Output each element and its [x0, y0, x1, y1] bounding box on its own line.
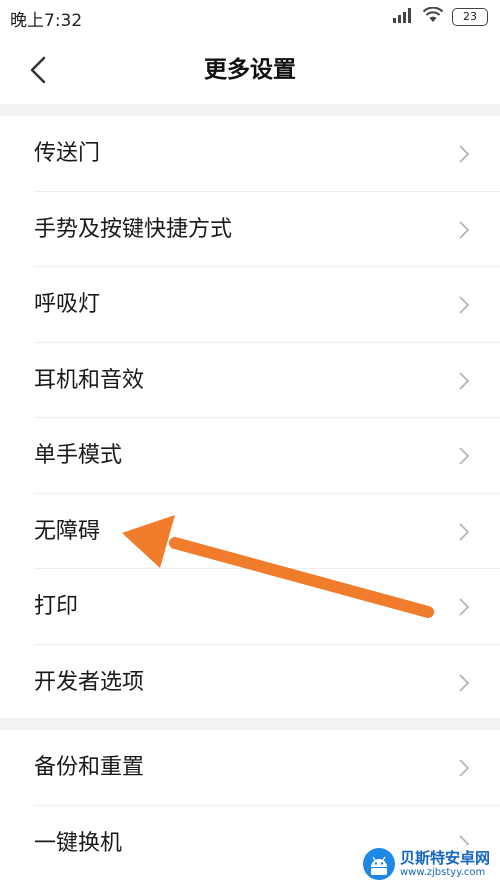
list-item-label: 呼吸灯 [34, 292, 101, 317]
list-item-one-handed-mode[interactable]: 单手模式 [0, 418, 500, 494]
watermark-name: 贝斯特安卓网 [399, 849, 490, 868]
battery-icon: 23 [452, 8, 488, 26]
chevron-right-icon [459, 522, 470, 541]
chevron-right-icon [459, 296, 470, 314]
section-divider [0, 718, 500, 730]
status-bar: 晚上7:32 23 [0, 0, 500, 36]
list-item-label: 手势及按键快捷方式 [34, 216, 233, 242]
chevron-right-icon [459, 145, 470, 163]
list-item-label: 开发者选项 [34, 669, 145, 695]
status-time: 晚上7:32 [10, 11, 83, 31]
chevron-right-icon [459, 447, 470, 465]
watermark: 贝斯特安卓网 www.zjbstyy.com [357, 845, 494, 883]
list-item-label: 打印 [34, 594, 79, 619]
chevron-right-icon [459, 220, 470, 239]
settings-list-1: 传送门 手势及按键快捷方式 呼吸灯 耳机和音效 单手模式 无障碍 打印 开发者选… [0, 116, 500, 720]
list-item-printing[interactable]: 打印 [0, 569, 500, 645]
back-button[interactable] [22, 52, 58, 88]
list-item-label: 无障碍 [34, 518, 101, 544]
chevron-right-icon [459, 759, 470, 777]
list-item-backup-reset[interactable]: 备份和重置 [0, 730, 500, 806]
list-item-label: 备份和重置 [34, 755, 145, 780]
list-item-label: 传送门 [34, 141, 101, 166]
list-item-portal[interactable]: 传送门 [0, 116, 500, 192]
status-icons: 23 [392, 6, 488, 28]
signal-icon [392, 7, 414, 27]
list-item-gestures-shortcuts[interactable]: 手势及按键快捷方式 [0, 192, 500, 268]
chevron-right-icon [459, 673, 470, 692]
list-item-developer-options[interactable]: 开发者选项 [0, 645, 500, 721]
wifi-icon [422, 6, 444, 27]
chevron-right-icon [459, 598, 470, 616]
watermark-url: www.zjbstyy.com [399, 866, 486, 878]
list-item-accessibility[interactable]: 无障碍 [0, 494, 500, 570]
list-item-label: 耳机和音效 [34, 367, 145, 393]
list-item-notification-light[interactable]: 呼吸灯 [0, 267, 500, 343]
chevron-right-icon [459, 371, 470, 390]
list-item-headphones-audio[interactable]: 耳机和音效 [0, 343, 500, 419]
list-item-label: 单手模式 [34, 443, 123, 468]
android-logo-icon [362, 848, 395, 880]
title-bar: 更多设置 [0, 36, 500, 104]
page-title: 更多设置 [204, 57, 296, 83]
top-divider [0, 104, 500, 116]
list-item-label: 一键换机 [34, 830, 123, 856]
chevron-left-icon [30, 56, 46, 84]
